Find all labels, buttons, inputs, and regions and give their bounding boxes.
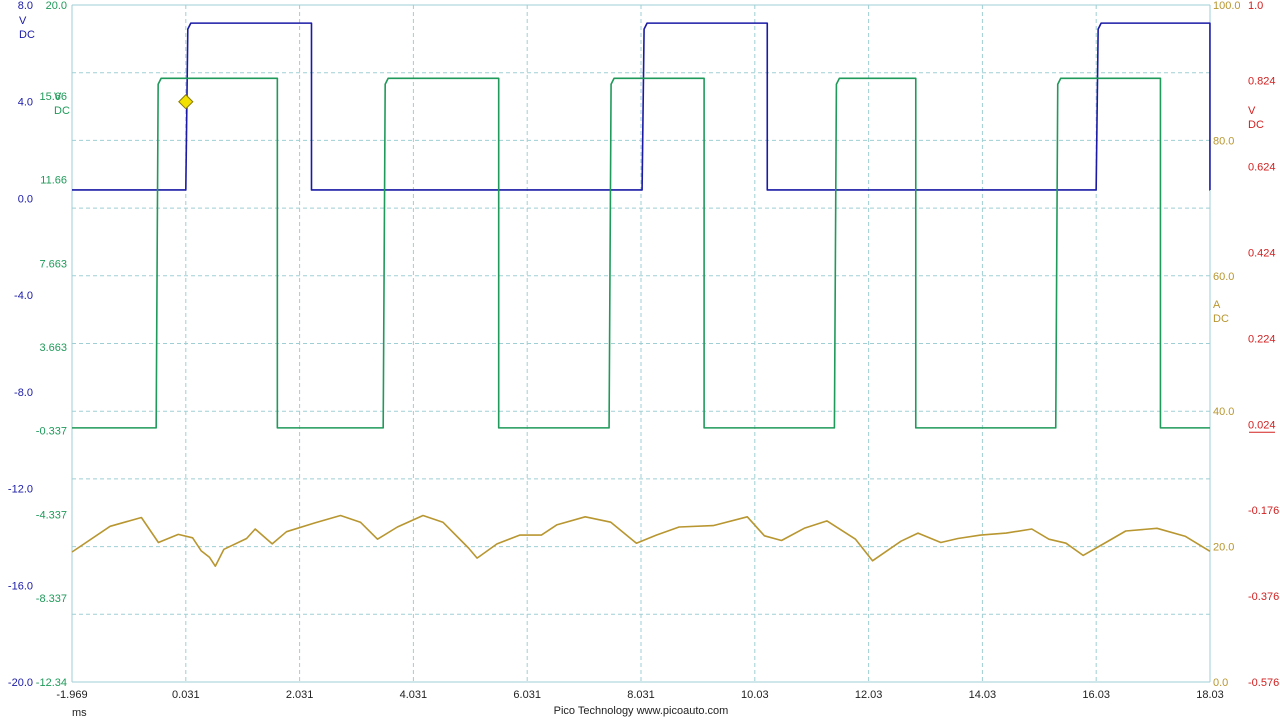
x-tick-label: 18.03 — [1196, 689, 1224, 701]
y-tick-label-gold: 100.0 — [1213, 0, 1241, 12]
footer-brand: Pico Technology www.picoauto.com — [554, 705, 729, 717]
y-tick-label-green: -12.34 — [36, 677, 67, 689]
y-tick-label-red: -0.376 — [1248, 591, 1279, 603]
x-tick-label: 4.031 — [400, 689, 428, 701]
y-tick-label-red: 0.824 — [1248, 76, 1276, 88]
y-tick-label-blue: 0.0 — [18, 193, 33, 205]
y-tick-label-blue: -16.0 — [8, 580, 33, 592]
unit-label-blue: V — [19, 15, 27, 27]
coupling-label-green: DC — [54, 105, 70, 117]
y-tick-label-gold: 0.0 — [1213, 677, 1228, 689]
x-unit-label: ms — [72, 707, 87, 719]
y-tick-label-green: -0.337 — [36, 426, 67, 438]
oscilloscope-chart: -1.969 0.031 2.031 4.031 6.031 8.031 10.03 12.0… — [0, 0, 1280, 720]
y-tick-label-green: 7.663 — [39, 258, 67, 270]
y-tick-label-red: 0.624 — [1248, 162, 1276, 174]
y-tick-label-blue: -8.0 — [14, 387, 33, 399]
y-tick-label-blue: 4.0 — [18, 97, 33, 109]
y-tick-label-green: -8.337 — [36, 593, 67, 605]
y-tick-label-green: -4.337 — [36, 509, 67, 521]
coupling-label-red: DC — [1248, 119, 1264, 131]
y-tick-label-gold: 60.0 — [1213, 271, 1234, 283]
x-tick-label: 10.03 — [741, 689, 769, 701]
x-tick-label: 8.031 — [627, 689, 655, 701]
unit-label-gold: A — [1213, 299, 1221, 311]
coupling-label-blue: DC — [19, 29, 35, 41]
chart-background — [0, 0, 1280, 720]
x-tick-label: 12.03 — [855, 689, 883, 701]
unit-label-green: V — [54, 91, 62, 103]
x-tick-label: 0.031 — [172, 689, 200, 701]
x-tick-label: 2.031 — [286, 689, 314, 701]
coupling-label-gold: DC — [1213, 313, 1229, 325]
y-tick-label-blue: -20.0 — [8, 677, 33, 689]
x-tick-label: -1.969 — [56, 689, 87, 701]
y-tick-label-blue: 8.0 — [18, 0, 33, 12]
y-tick-label-red: 1.0 — [1248, 0, 1263, 12]
y-tick-label-red: 0.224 — [1248, 333, 1276, 345]
x-tick-label: 14.03 — [969, 689, 997, 701]
y-tick-label-gold: 40.0 — [1213, 406, 1234, 418]
y-tick-label-red: -0.176 — [1248, 505, 1279, 517]
x-tick-label: 16.03 — [1082, 689, 1110, 701]
y-tick-label-red: -0.576 — [1248, 677, 1279, 689]
y-tick-label-green: 3.663 — [39, 342, 67, 354]
y-tick-label-blue: -4.0 — [14, 290, 33, 302]
unit-label-red: V — [1248, 105, 1256, 117]
y-tick-label-green: 11.66 — [40, 175, 67, 187]
y-tick-label-gold: 20.0 — [1213, 542, 1234, 554]
y-tick-label-gold: 80.0 — [1213, 135, 1234, 147]
y-tick-label-green: 20.0 — [46, 0, 67, 12]
x-tick-label: 6.031 — [513, 689, 541, 701]
y-tick-label-blue: -12.0 — [8, 484, 33, 496]
y-tick-label-red: 0.424 — [1248, 247, 1276, 259]
y-tick-label-red: 0.024 — [1248, 419, 1276, 431]
